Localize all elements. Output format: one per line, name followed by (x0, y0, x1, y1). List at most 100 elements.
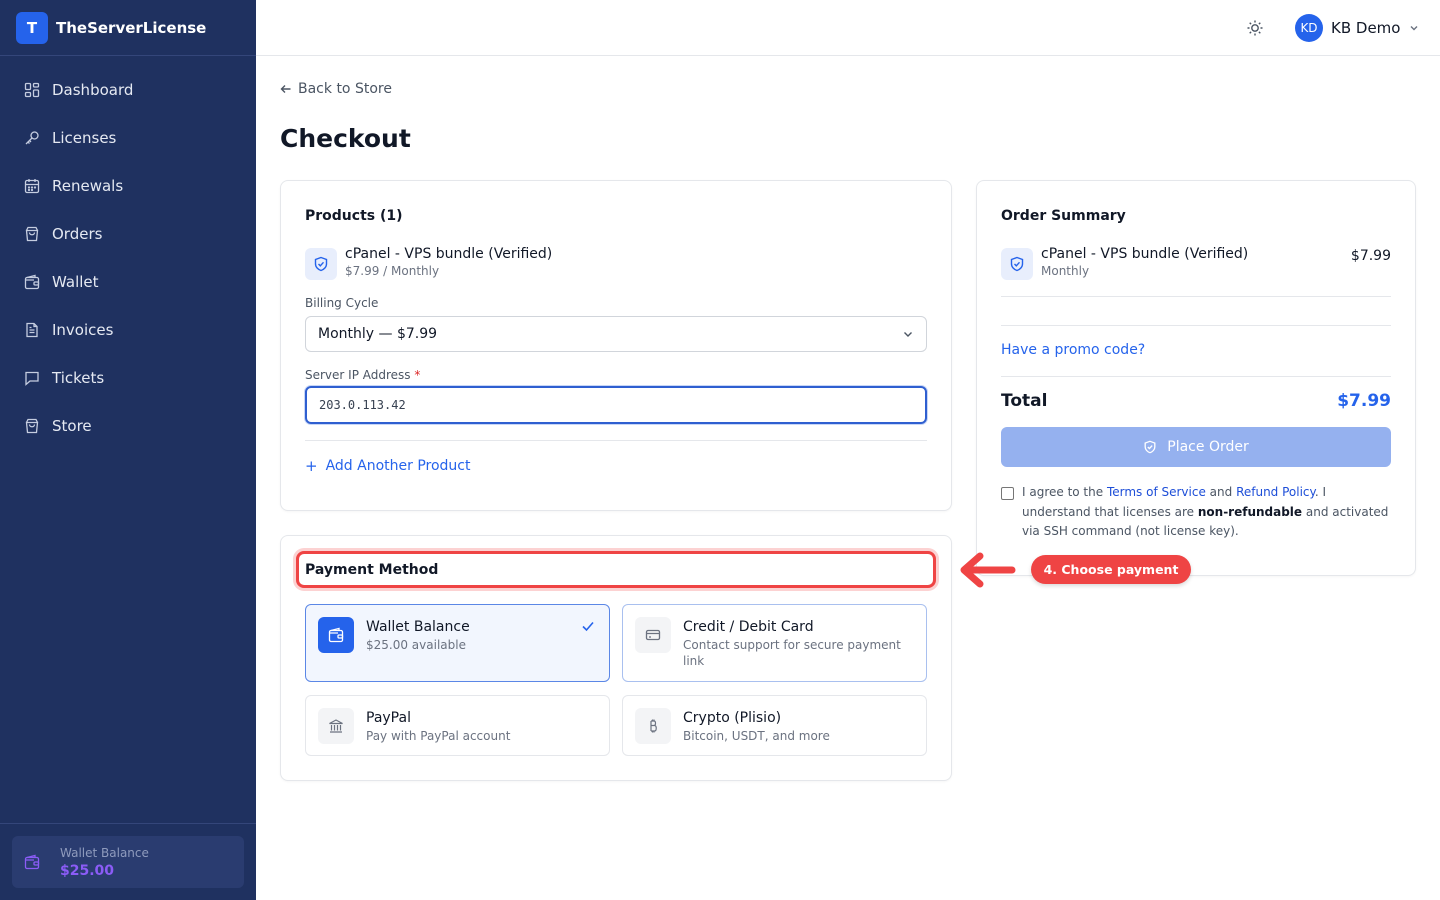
store-bag-icon (24, 418, 40, 434)
summary-item-price: $7.99 (1350, 248, 1391, 264)
payment-method-title: Payment Method (296, 551, 936, 588)
payment-option-crypto[interactable]: Crypto (Plisio) Bitcoin, USDT, and more (622, 695, 927, 756)
place-order-button[interactable]: Place Order (1001, 427, 1391, 467)
sidebar-item-invoices[interactable]: Invoices (0, 306, 256, 354)
sidebar-item-label: Wallet (52, 273, 99, 291)
sidebar-item-label: Dashboard (52, 81, 134, 99)
plus-icon: + (305, 457, 318, 475)
divider (1001, 296, 1391, 297)
terms-text-prefix: I agree to the (1022, 485, 1107, 499)
chevron-down-icon (1410, 26, 1418, 31)
brand[interactable]: T TheServerLicense (0, 0, 256, 56)
divider (1001, 376, 1391, 377)
payment-option-name: PayPal (366, 710, 411, 726)
user-menu[interactable]: KD KB Demo (1295, 14, 1420, 42)
sidebar-item-label: Orders (52, 225, 103, 243)
terms-agreement: I agree to the Terms of Service and Refu… (1001, 483, 1391, 542)
check-icon (582, 621, 594, 632)
credit-card-icon (635, 617, 671, 653)
total-label: Total (1001, 391, 1048, 411)
sidebar-item-label: Tickets (52, 369, 105, 387)
divider (305, 440, 927, 441)
order-summary-title: Order Summary (1001, 208, 1126, 224)
avatar: KD (1295, 14, 1323, 42)
bag-icon (24, 226, 40, 242)
sun-icon[interactable] (1245, 18, 1265, 38)
billing-cycle-select[interactable]: Monthly — $7.99 (305, 316, 927, 352)
sidebar-footer: Wallet Balance $25.00 (0, 823, 256, 900)
back-to-store-link[interactable]: Back to Store (280, 81, 392, 97)
sidebar-item-renewals[interactable]: Renewals (0, 162, 256, 210)
user-name: KB Demo (1331, 19, 1401, 37)
order-summary-card: Order Summary cPanel - VPS bundle (Verif… (976, 180, 1416, 576)
sidebar-item-orders[interactable]: Orders (0, 210, 256, 258)
required-marker: * (414, 368, 421, 382)
terms-checkbox[interactable] (1001, 487, 1014, 500)
wallet-icon (24, 854, 40, 870)
sidebar: T TheServerLicense Dashboard Licenses Re… (0, 0, 256, 900)
chevron-down-icon (904, 332, 912, 337)
sidebar-item-tickets[interactable]: Tickets (0, 354, 256, 402)
refund-policy-link[interactable]: Refund Policy (1236, 485, 1315, 499)
total-value: $7.99 (1337, 391, 1391, 411)
payment-option-wallet[interactable]: Wallet Balance $25.00 available (305, 604, 610, 682)
promo-code-link[interactable]: Have a promo code? (1001, 342, 1391, 358)
summary-item-cycle: Monthly (1041, 264, 1090, 278)
server-ip-label: Server IP Address * (305, 368, 927, 382)
divider (1001, 325, 1391, 326)
key-icon (24, 130, 40, 146)
terms-of-service-link[interactable]: Terms of Service (1107, 485, 1206, 499)
total-row: Total $7.99 (1001, 391, 1391, 411)
product-price: $7.99 / Monthly (345, 264, 440, 278)
summary-item-name: cPanel - VPS bundle (Verified) (1041, 246, 1249, 262)
file-icon (24, 322, 40, 338)
add-another-product-button[interactable]: + Add Another Product (305, 457, 927, 475)
topbar: KD KB Demo (256, 0, 1440, 56)
brand-logo: T (16, 11, 48, 44)
payment-option-card[interactable]: Credit / Debit Card Contact support for … (622, 604, 927, 682)
wallet-balance-label: Wallet Balance (60, 845, 149, 860)
terms-text-and: and (1205, 485, 1237, 499)
annotation-callout: 4. Choose payment (1031, 555, 1191, 584)
sidebar-item-store[interactable]: Store (0, 402, 256, 450)
sidebar-item-licenses[interactable]: Licenses (0, 114, 256, 162)
payment-option-desc: Contact support for secure payment link (683, 638, 901, 668)
sidebar-item-label: Licenses (52, 129, 117, 147)
page-title: Checkout (280, 124, 411, 153)
arrow-left-icon (280, 85, 291, 93)
sidebar-nav: Dashboard Licenses Renewals Orders Walle… (0, 56, 256, 450)
sidebar-item-wallet[interactable]: Wallet (0, 258, 256, 306)
place-order-label: Place Order (1167, 439, 1249, 455)
arrow-left-icon (960, 552, 1016, 588)
payment-option-paypal[interactable]: PayPal Pay with PayPal account (305, 695, 610, 756)
brand-name: TheServerLicense (56, 18, 207, 37)
payment-option-name: Credit / Debit Card (683, 619, 814, 635)
sidebar-item-dashboard[interactable]: Dashboard (0, 66, 256, 114)
sidebar-wallet-balance[interactable]: Wallet Balance $25.00 (12, 836, 244, 888)
sidebar-item-label: Renewals (52, 177, 124, 195)
product-name: cPanel - VPS bundle (Verified) (345, 246, 553, 262)
add-another-label: Add Another Product (325, 458, 471, 474)
sidebar-item-label: Invoices (52, 321, 114, 339)
payment-option-name: Wallet Balance (366, 619, 470, 635)
payment-option-name: Crypto (Plisio) (683, 710, 782, 726)
message-icon (24, 370, 40, 386)
payment-option-desc: $25.00 available (366, 638, 466, 652)
billing-cycle-value: Monthly — $7.99 (318, 326, 438, 342)
terms-text: I agree to the Terms of Service and Refu… (1022, 483, 1391, 542)
server-ip-label-text: Server IP Address (305, 368, 411, 382)
server-ip-input[interactable]: 203.0.113.42 (305, 386, 927, 424)
payment-option-desc: Bitcoin, USDT, and more (683, 729, 830, 743)
bitcoin-icon (635, 708, 671, 744)
dashboard-icon (24, 82, 40, 98)
wallet-balance-amount: $25.00 (60, 862, 115, 879)
product-item: cPanel - VPS bundle (Verified) $7.99 / M… (305, 246, 927, 280)
products-title: Products (1) (305, 208, 403, 224)
non-refundable-text: non-refundable (1197, 504, 1303, 519)
shield-check-icon (1001, 248, 1033, 280)
calendar-icon (24, 178, 40, 194)
bank-icon (318, 708, 354, 744)
billing-cycle-label: Billing Cycle (305, 296, 379, 310)
products-card: Products (1) cPanel - VPS bundle (Verifi… (280, 180, 952, 511)
wallet-icon (318, 617, 354, 653)
